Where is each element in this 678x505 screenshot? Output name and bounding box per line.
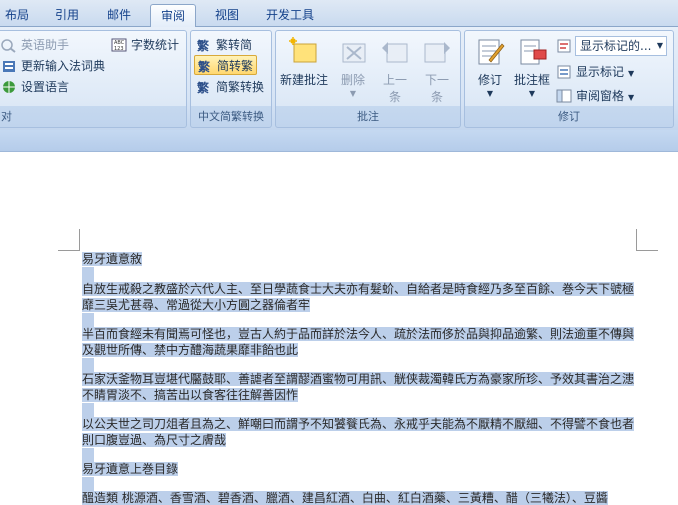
document-line[interactable]: 靡三吳尤甚尋、常過從大小方圓之器倫者牢 xyxy=(82,297,311,313)
set-language-button[interactable]: 设置语言 xyxy=(1,77,69,97)
simp-trad-convert-icon: 繁 xyxy=(196,79,212,95)
simp-to-trad-icon: 繁 xyxy=(197,58,213,74)
document-line[interactable]: 不睛胃淡不、搞苦出以食客往往解善因怍 xyxy=(82,387,299,403)
group-tracking-label: 修订 xyxy=(558,110,580,123)
simp-to-trad-button[interactable]: 繁 简转繁 xyxy=(194,55,258,75)
new-comment-label: 新建批注 xyxy=(279,73,328,87)
show-markup-label: 显示标记 xyxy=(576,65,625,79)
english-assistant-label: 英语助手 xyxy=(21,38,70,52)
margin-corner-left xyxy=(58,229,80,251)
trad-to-simp-label: 繁转简 xyxy=(216,38,253,52)
new-comment-button[interactable]: 新建批注 xyxy=(278,36,330,89)
next-comment-button[interactable]: 下一 条 xyxy=(418,36,456,106)
group-proofing-label: 对 xyxy=(1,110,12,123)
margin-corner-right xyxy=(636,229,658,251)
display-for-review-dropdown[interactable]: 显示标记的... ▼ xyxy=(575,36,667,56)
track-changes-icon xyxy=(474,36,506,68)
tab-view[interactable]: 视图 xyxy=(204,4,250,27)
update-ime-dictionary-label: 更新输入法词典 xyxy=(21,59,106,73)
tab-developer[interactable]: 开发工具 xyxy=(256,4,324,27)
next-comment-icon xyxy=(421,36,453,68)
svg-text:繁: 繁 xyxy=(197,38,210,53)
group-comments: 新建批注 删除 ▼ 上一 条 下一 条 批注 xyxy=(275,30,461,128)
language-icon xyxy=(1,79,17,95)
word-count-label: 字数统计 xyxy=(131,38,180,52)
track-changes-button[interactable]: 修订 ▼ xyxy=(469,36,511,99)
tab-review[interactable]: 审阅 xyxy=(150,4,196,27)
delete-comment-icon xyxy=(337,36,369,68)
previous-comment-button[interactable]: 上一 条 xyxy=(376,36,414,106)
show-markup-icon xyxy=(556,64,572,80)
balloons-dropdown-icon: ▼ xyxy=(528,89,536,98)
dictionary-icon xyxy=(1,58,17,74)
group-chinese-conversion: 繁 繁转简 繁 简转繁 繁 简繁转换 中文简繁转换 xyxy=(190,30,272,128)
document-line[interactable]: 醞造類 桃源酒、香雪酒、碧香酒、臘酒、建昌紅酒、白曲、紅白酒藥、三黃糟、醋（三犧… xyxy=(82,490,608,505)
document-line[interactable]: 以公夫世之司刀俎者且為之、鮮嘲曰而謂予不知饕餮氏為、永戒乎夫能為不厭精不厭細、不… xyxy=(82,416,635,432)
document-page[interactable]: 易牙遺意敘 自放生戒殺之教盛於六代人主、至日學蔬食士大夫亦有髮蚧、自給者是時食經… xyxy=(0,153,678,505)
english-assistant-icon xyxy=(1,37,17,53)
delete-dropdown-arrow-icon: ▼ xyxy=(349,89,357,98)
svg-text:繁: 繁 xyxy=(197,80,210,95)
show-markup-arrow-icon: ▼ xyxy=(628,69,635,78)
ribbon-bottom-bar xyxy=(0,130,678,152)
show-markup-button[interactable]: 显示标记 ▼ xyxy=(556,62,634,82)
update-ime-dictionary-button[interactable]: 更新输入法词典 xyxy=(1,56,105,76)
simp-trad-convert-label: 简繁转换 xyxy=(216,80,265,94)
simp-to-trad-label: 简转繁 xyxy=(217,59,254,73)
english-assistant-button[interactable]: 英语助手 xyxy=(1,35,69,55)
trad-to-simp-button[interactable]: 繁 繁转简 xyxy=(196,35,252,55)
reviewing-pane-arrow-icon: ▼ xyxy=(628,93,635,102)
tab-mailings[interactable]: 邮件 xyxy=(96,4,142,27)
simp-trad-convert-button[interactable]: 繁 简繁转换 xyxy=(196,77,264,97)
reviewing-pane-label: 审阅窗格 xyxy=(576,89,625,103)
balloons-label: 批注框 xyxy=(513,73,550,87)
delete-comment-button[interactable]: 删除 ▼ xyxy=(334,36,372,99)
ribbon: 英语助手 更新输入法词典 设置语言 ABC 123 字数统计 对 繁 繁转简 繁… xyxy=(0,27,678,130)
tab-references[interactable]: 引用 xyxy=(44,4,90,27)
group-chinese-label: 中文简繁转换 xyxy=(198,110,264,123)
trad-to-simp-icon: 繁 xyxy=(196,37,212,53)
display-for-review-icon xyxy=(556,38,572,54)
balloons-icon xyxy=(516,36,548,68)
document-line[interactable]: 半百而食經未有聞焉可怪也，豈古人約于品而詳於法今人、疏於法而侈於品與抑品逾繁、則… xyxy=(82,326,635,342)
document-line[interactable]: 易牙遺意上巻目錄 xyxy=(82,461,179,477)
document-line[interactable]: 則口腹豈過、為尺寸之膚哉 xyxy=(82,432,227,448)
svg-text:繁: 繁 xyxy=(198,59,211,74)
display-for-review-value: 显示标记的... xyxy=(580,39,652,53)
previous-comment-icon xyxy=(379,36,411,68)
display-for-review-arrow-icon: ▼ xyxy=(656,41,663,50)
set-language-label: 设置语言 xyxy=(21,80,70,94)
delete-comment-label: 删除 xyxy=(340,73,365,87)
track-changes-label: 修订 xyxy=(477,73,502,87)
reviewing-pane-button[interactable]: 审阅窗格 ▼ xyxy=(556,86,634,106)
reviewing-pane-icon xyxy=(556,88,572,104)
document-line[interactable]: 自放生戒殺之教盛於六代人主、至日學蔬食士大夫亦有髮蚧、自給者是時食經乃多至百餘、… xyxy=(82,281,635,297)
svg-text:123: 123 xyxy=(114,46,124,52)
balloons-button[interactable]: 批注框 ▼ xyxy=(511,36,553,99)
group-proofing: 英语助手 更新输入法词典 设置语言 ABC 123 字数统计 对 xyxy=(0,30,187,128)
ribbon-tab-bar: 布局 引用 邮件 审阅 视图 开发工具 xyxy=(0,0,678,27)
group-comments-label: 批注 xyxy=(357,110,379,123)
document-line[interactable]: 及觀世所傳、禁中方醴海蔬果靡非飴也此 xyxy=(82,342,299,358)
group-tracking: 修订 ▼ 批注框 ▼ 显示标记的... ▼ 显示标记 ▼ 审阅窗格 ▼ 修订 xyxy=(464,30,674,128)
track-changes-dropdown-icon: ▼ xyxy=(486,89,494,98)
tab-layout[interactable]: 布局 xyxy=(0,4,34,27)
document-line[interactable]: 易牙遺意敘 xyxy=(82,251,143,267)
next-comment-label-1: 下一 xyxy=(424,73,449,87)
word-count-button[interactable]: ABC 123 字数统计 xyxy=(111,35,179,55)
next-comment-label-2: 条 xyxy=(430,90,443,104)
document-line[interactable]: 石家沃釜物耳豈堪代靨鼓耶、善謔者至謂醪酒蜜物可用訊、觥侠裁濁韓氏方為豪家所珍、予… xyxy=(82,371,635,387)
word-count-icon: ABC 123 xyxy=(111,37,127,53)
previous-comment-label-2: 条 xyxy=(388,90,401,104)
previous-comment-label-1: 上一 xyxy=(382,73,407,87)
new-comment-icon xyxy=(288,36,320,68)
